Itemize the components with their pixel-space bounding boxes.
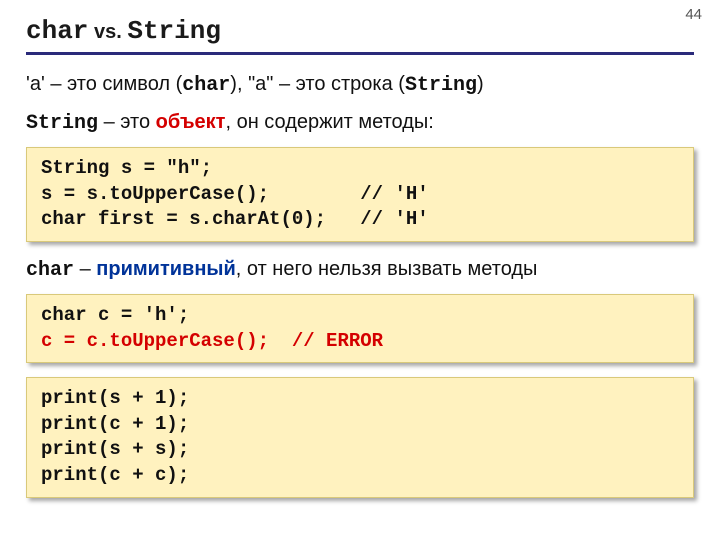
char-primitive-line: char – примитивный, от него нельзя вызва… — [26, 256, 694, 284]
char-label: char — [26, 259, 74, 282]
code2-line1: char c = 'h'; — [41, 304, 189, 326]
string-object-line: String – это объект, он содержит методы: — [26, 109, 694, 137]
char-t1: – — [74, 258, 96, 280]
intro-string: String — [405, 74, 477, 97]
primitive-keyword: примитивный — [96, 258, 236, 280]
code-block-string: String s = "h"; s = s.toUpperCase(); // … — [26, 147, 694, 242]
object-keyword: объект — [156, 111, 226, 133]
string-t2: , он содержит методы: — [225, 111, 433, 133]
title-string: String — [127, 16, 221, 46]
code-block-print: print(s + 1); print(c + 1); print(s + s)… — [26, 377, 694, 498]
intro-t3: ) — [477, 73, 484, 95]
intro-t1: 'a' – это символ ( — [26, 73, 182, 95]
intro-line: 'a' – это символ (char), "a" – это строк… — [26, 71, 694, 99]
slide-title: char vs. String — [26, 14, 694, 55]
intro-t2: ), "a" – это строка ( — [230, 73, 405, 95]
intro-char: char — [182, 74, 230, 97]
title-vs: vs. — [88, 21, 127, 43]
title-char: char — [26, 16, 88, 46]
char-t2: , от него нельзя вызвать методы — [236, 258, 538, 280]
page-number: 44 — [685, 6, 702, 23]
code2-line2-error: c = c.toUpperCase(); // ERROR — [41, 330, 383, 352]
code-block-char: char c = 'h'; c = c.toUpperCase(); // ER… — [26, 294, 694, 363]
string-t1: – это — [98, 111, 156, 133]
string-label: String — [26, 112, 98, 135]
